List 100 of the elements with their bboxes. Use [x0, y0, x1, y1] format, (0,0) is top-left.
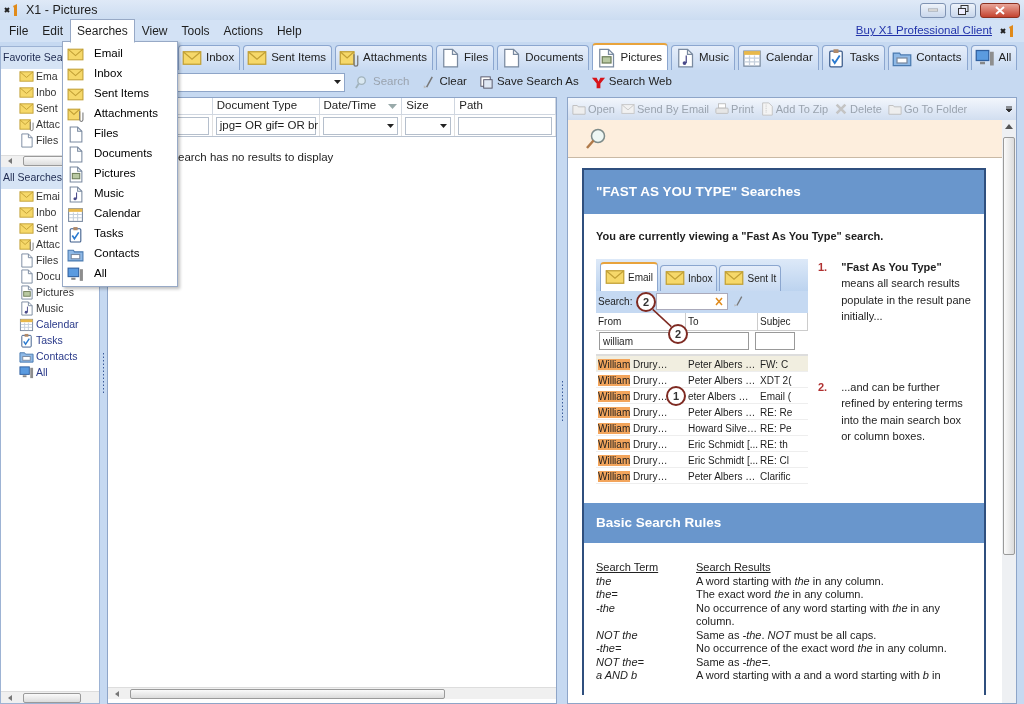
tab[interactable]: Files — [436, 45, 495, 70]
table-cell: William Drury… — [596, 403, 686, 420]
document-icon — [19, 269, 34, 284]
search-term: NOT the= — [596, 655, 644, 668]
tab[interactable]: Contacts — [888, 45, 968, 70]
sidebar-item[interactable]: Calendar — [1, 316, 99, 333]
tab[interactable]: Inbox — [178, 45, 241, 70]
sidebar-item[interactable]: Music — [1, 300, 99, 317]
filter-field[interactable] — [458, 117, 552, 135]
splitter-grip-icon[interactable] — [560, 380, 564, 421]
table-cell: William Drury… — [596, 419, 686, 436]
sidebar-item[interactable]: Contacts — [1, 348, 99, 365]
menu-item[interactable]: Sent Items — [63, 84, 177, 104]
table-cell: RE: Re — [758, 403, 808, 420]
envelope-icon — [182, 48, 202, 68]
scroll-thumb[interactable] — [23, 692, 81, 703]
picture-document-icon — [596, 47, 617, 68]
menu-item[interactable]: File — [2, 19, 36, 43]
clear-icon — [712, 297, 725, 307]
envelope-icon — [19, 85, 34, 101]
close-icon — [995, 5, 1005, 15]
calendar-icon — [742, 48, 763, 68]
tab[interactable]: Attachments — [335, 45, 434, 70]
scroll-thumb[interactable] — [1003, 137, 1015, 555]
section-header: Basic Search Rules — [584, 502, 984, 543]
sidebar-item[interactable]: Tasks — [1, 332, 99, 349]
menu-item[interactable]: Attachments — [63, 104, 177, 124]
table-cell: William Drury… — [596, 371, 686, 388]
column-header: Subjec — [758, 312, 808, 330]
sidebar-item[interactable]: All — [1, 364, 99, 381]
column-header[interactable]: Size — [406, 97, 429, 115]
filter-dropdown[interactable] — [405, 117, 452, 135]
computer-icon — [974, 48, 995, 68]
table-cell: Howard Silve… — [686, 419, 758, 436]
menu-item[interactable]: Edit — [35, 19, 71, 43]
filter-field[interactable]: jpg= OR gif= OR br — [215, 117, 316, 135]
menu-item[interactable]: Calendar — [63, 204, 177, 224]
search-icon[interactable] — [584, 126, 608, 151]
save-icon — [478, 74, 494, 90]
column-header[interactable]: Document Type — [216, 97, 298, 115]
rule-description: A word starting with the in any column. — [696, 574, 884, 587]
tab[interactable]: Tasks — [821, 45, 886, 70]
app-logo-icon — [1000, 24, 1016, 38]
minimize-icon — [928, 8, 938, 12]
column-header: Search Term — [596, 561, 660, 575]
contact-card-icon — [19, 349, 34, 364]
tab[interactable]: Documents — [497, 45, 590, 70]
splitter-grip-icon[interactable] — [102, 353, 105, 393]
toolbar-button[interactable]: Save Search As — [476, 73, 581, 91]
tab[interactable]: Calendar — [738, 45, 819, 70]
menu-item[interactable]: Contacts — [63, 244, 177, 264]
printer-icon — [715, 102, 730, 116]
folder-icon — [887, 102, 902, 116]
menu-item[interactable]: Tools — [174, 19, 217, 43]
menu-item[interactable]: Help — [269, 19, 309, 43]
envelope-icon — [19, 189, 34, 204]
menu-item[interactable]: All — [63, 264, 177, 284]
tab[interactable]: Music — [671, 45, 736, 70]
menu-item[interactable]: Documents — [63, 144, 177, 164]
note-text: ...and can be further refined by entering terms into the main search box or column boxes. — [841, 379, 964, 445]
toolbar-button[interactable]: Clear — [419, 73, 469, 91]
toolbar-button[interactable]: Search Web — [588, 73, 674, 91]
horizontal-scrollbar[interactable] — [1, 691, 99, 703]
tab[interactable]: All — [970, 45, 1018, 70]
caret-icon — [440, 124, 448, 128]
empty-message: earch has no results to display — [178, 150, 334, 165]
menu-item[interactable]: Actions — [216, 19, 270, 43]
close-button[interactable] — [980, 2, 1020, 18]
tab[interactable]: Pictures — [592, 43, 669, 70]
envelope-icon — [19, 221, 34, 236]
column-header[interactable]: Path — [459, 97, 483, 115]
search-term: the — [596, 574, 612, 587]
filter-dropdown[interactable] — [322, 117, 399, 135]
music-document-icon — [675, 48, 696, 68]
delete-icon — [834, 102, 849, 116]
vertical-scrollbar[interactable] — [1002, 120, 1016, 703]
computer-icon — [19, 365, 34, 380]
document-icon — [19, 253, 34, 268]
rule-description: No occurrence of any word starting with the in any column. — [696, 601, 940, 627]
scroll-thumb[interactable] — [130, 688, 445, 699]
tab[interactable]: Sent Items — [243, 45, 333, 70]
search-term: a AND b — [596, 669, 638, 681]
table-cell: Peter Albers … — [686, 403, 758, 420]
menu-item[interactable]: Tasks — [63, 224, 177, 244]
table-cell: William Drury… — [596, 435, 686, 452]
app-logo-icon — [4, 3, 20, 17]
document-icon — [67, 145, 84, 163]
column-header: To — [686, 312, 758, 330]
overflow-chevron-icon[interactable] — [1005, 105, 1013, 113]
menu-item[interactable]: Searches — [70, 19, 135, 43]
buy-link[interactable]: Buy X1 Professional Client — [855, 22, 992, 40]
menu-item[interactable]: View — [134, 19, 175, 43]
sort-arrow-icon — [388, 103, 398, 109]
menu-item[interactable]: Files — [63, 124, 177, 144]
column-header[interactable]: Date/Time — [323, 97, 377, 115]
rule-description: A word starting with a and a word starting with b in — [696, 669, 941, 681]
document-icon — [501, 48, 522, 68]
search-term: NOT the — [596, 628, 638, 641]
horizontal-scrollbar[interactable] — [108, 687, 556, 699]
restore-button[interactable] — [950, 2, 976, 18]
